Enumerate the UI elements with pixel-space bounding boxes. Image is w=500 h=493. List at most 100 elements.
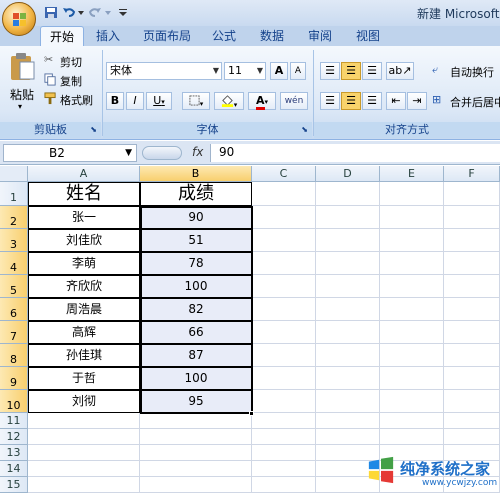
row-header[interactable]: 13	[0, 445, 28, 461]
row-header[interactable]: 6	[0, 298, 28, 321]
align-center-button[interactable]: ☰	[341, 92, 361, 110]
header-name-cell[interactable]: 姓名	[28, 182, 140, 206]
fill-color-button[interactable]: ▾	[214, 92, 244, 110]
row-header[interactable]: 14	[0, 461, 28, 477]
tab-review[interactable]: 审阅	[300, 26, 340, 46]
cell[interactable]	[252, 390, 316, 413]
name-cell[interactable]: 周浩晨	[28, 298, 140, 321]
cell[interactable]	[316, 229, 380, 252]
cell[interactable]	[316, 275, 380, 298]
decrease-indent-button[interactable]: ⇤	[386, 92, 406, 110]
score-cell[interactable]: 87	[140, 344, 252, 367]
merge-center-button[interactable]: ⊞ 合并后居中	[432, 92, 500, 110]
cell[interactable]	[252, 252, 316, 275]
redo-dropdown-icon[interactable]	[104, 6, 112, 19]
cell[interactable]	[140, 461, 252, 477]
borders-button[interactable]: ▾	[182, 92, 210, 110]
cell[interactable]	[444, 252, 500, 275]
align-bottom-button[interactable]: ☰	[362, 62, 382, 80]
row-header[interactable]: 3	[0, 229, 28, 252]
tab-page-layout[interactable]: 页面布局	[136, 26, 198, 46]
customize-toolbar-icon[interactable]	[118, 6, 128, 19]
cell[interactable]	[444, 390, 500, 413]
score-cell[interactable]: 82	[140, 298, 252, 321]
align-right-button[interactable]: ☰	[362, 92, 382, 110]
cell[interactable]	[380, 275, 444, 298]
formula-bar-expander[interactable]	[142, 146, 182, 160]
cell[interactable]	[380, 182, 444, 206]
cell[interactable]	[444, 206, 500, 229]
row-header[interactable]: 8	[0, 344, 28, 367]
cell[interactable]	[316, 206, 380, 229]
cell[interactable]	[444, 275, 500, 298]
name-cell[interactable]: 高辉	[28, 321, 140, 344]
cell[interactable]	[380, 390, 444, 413]
name-cell[interactable]: 李萌	[28, 252, 140, 275]
cell[interactable]	[380, 429, 444, 445]
cell[interactable]	[444, 429, 500, 445]
increase-indent-button[interactable]: ⇥	[407, 92, 427, 110]
grow-font-button[interactable]: A	[270, 62, 288, 80]
fill-handle[interactable]	[249, 411, 254, 416]
column-header-b[interactable]: B	[140, 166, 252, 182]
cell[interactable]	[380, 229, 444, 252]
cell[interactable]	[316, 429, 380, 445]
cell[interactable]	[140, 429, 252, 445]
font-launcher-icon[interactable]: ⬊	[301, 122, 308, 138]
copy-button[interactable]: 复制	[44, 72, 96, 88]
cell[interactable]	[444, 182, 500, 206]
underline-button[interactable]: U▾	[146, 92, 172, 110]
row-header[interactable]: 1	[0, 182, 28, 206]
row-header[interactable]: 7	[0, 321, 28, 344]
cell[interactable]	[28, 461, 140, 477]
cell[interactable]	[252, 429, 316, 445]
cell[interactable]	[252, 445, 316, 461]
cell[interactable]	[380, 413, 444, 429]
cell[interactable]	[252, 461, 316, 477]
row-header[interactable]: 10	[0, 390, 28, 413]
cell[interactable]	[252, 321, 316, 344]
cell[interactable]	[444, 413, 500, 429]
cell[interactable]	[316, 182, 380, 206]
cell[interactable]	[316, 298, 380, 321]
cell[interactable]	[316, 390, 380, 413]
cell[interactable]	[316, 344, 380, 367]
column-header-c[interactable]: C	[252, 166, 316, 182]
cell[interactable]	[28, 477, 140, 493]
cell[interactable]	[252, 206, 316, 229]
cell[interactable]	[252, 298, 316, 321]
row-header[interactable]: 2	[0, 206, 28, 229]
score-cell[interactable]: 51	[140, 229, 252, 252]
score-cell[interactable]: 90	[140, 206, 252, 229]
wrap-text-button[interactable]: ⤶ 自动换行	[432, 62, 500, 80]
row-header[interactable]: 15	[0, 477, 28, 493]
cell[interactable]	[140, 477, 252, 493]
bold-button[interactable]: B	[106, 92, 124, 110]
row-header[interactable]: 4	[0, 252, 28, 275]
cell[interactable]	[252, 182, 316, 206]
cell[interactable]	[252, 367, 316, 390]
row-header[interactable]: 9	[0, 367, 28, 390]
italic-button[interactable]: I	[126, 92, 144, 110]
cell[interactable]	[252, 413, 316, 429]
select-all-button[interactable]	[0, 166, 28, 182]
redo-icon[interactable]	[88, 6, 102, 19]
score-cell[interactable]: 78	[140, 252, 252, 275]
tab-data[interactable]: 数据	[252, 26, 292, 46]
cell[interactable]	[316, 367, 380, 390]
save-icon[interactable]	[44, 6, 58, 19]
insert-function-icon[interactable]: fx	[192, 145, 203, 159]
cell[interactable]	[380, 298, 444, 321]
row-header[interactable]: 11	[0, 413, 28, 429]
column-header-a[interactable]: A	[28, 166, 140, 182]
name-cell[interactable]: 于哲	[28, 367, 140, 390]
font-color-button[interactable]: A▾	[248, 92, 276, 110]
tab-formulas[interactable]: 公式	[204, 26, 244, 46]
cell[interactable]	[380, 344, 444, 367]
cut-button[interactable]: ✂ 剪切	[44, 53, 96, 69]
cell[interactable]	[316, 321, 380, 344]
office-button[interactable]	[2, 2, 36, 36]
orientation-button[interactable]: ab↗	[386, 62, 414, 80]
cell[interactable]	[444, 367, 500, 390]
name-cell[interactable]: 刘彻	[28, 390, 140, 413]
